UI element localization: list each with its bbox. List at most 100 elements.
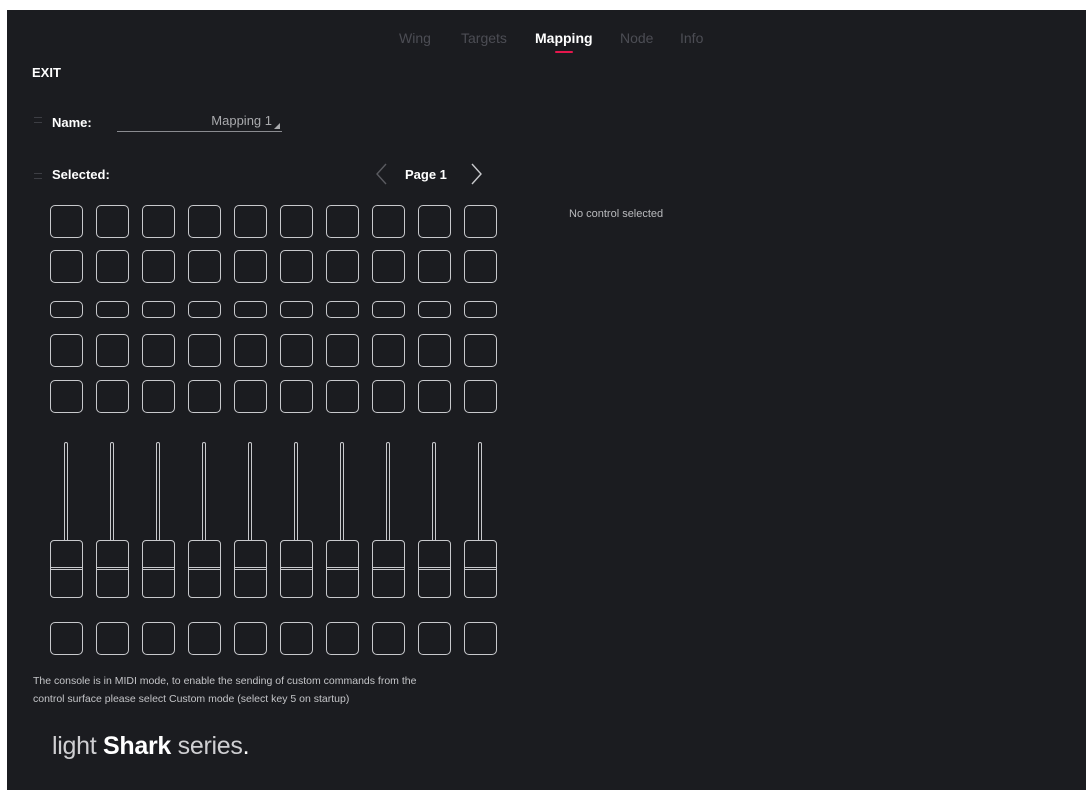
control-button[interactable] [50,205,83,238]
control-button[interactable] [142,380,175,413]
fader-button[interactable] [326,622,359,655]
control-button[interactable] [50,334,83,367]
control-button[interactable] [234,250,267,283]
fader-button[interactable] [96,622,129,655]
control-button[interactable] [234,205,267,238]
control-button[interactable] [372,301,405,318]
control-button[interactable] [418,334,451,367]
fader-knob-line [235,567,266,570]
tab-bar: Wing Targets Mapping Node Info [7,30,1086,60]
message-line-1: The console is in MIDI mode, to enable t… [33,675,417,687]
control-button[interactable] [326,250,359,283]
fader-button[interactable] [372,622,405,655]
logo-suffix: series [177,732,243,760]
control-button[interactable] [188,301,221,318]
control-button[interactable] [142,205,175,238]
fader-track [202,442,206,542]
control-button[interactable] [326,301,359,318]
control-button[interactable] [234,380,267,413]
active-tab-indicator [555,51,573,53]
fader-knob[interactable] [280,540,313,598]
fader-knob[interactable] [96,540,129,598]
control-button[interactable] [464,205,497,238]
control-button[interactable] [234,301,267,318]
control-button[interactable] [326,380,359,413]
control-button[interactable] [372,250,405,283]
tab-info[interactable]: Info [680,30,703,46]
control-button[interactable] [50,250,83,283]
name-field[interactable]: Mapping 1 [117,111,282,132]
tab-wing[interactable]: Wing [399,30,431,46]
control-button[interactable] [96,334,129,367]
control-button[interactable] [418,250,451,283]
fader-knob[interactable] [50,540,83,598]
fader-knob[interactable] [418,540,451,598]
tab-node[interactable]: Node [620,30,653,46]
control-button[interactable] [372,205,405,238]
fader-knob[interactable] [188,540,221,598]
fader-knob-line [419,567,450,570]
drag-handle-icon[interactable] [34,117,42,123]
control-button[interactable] [188,380,221,413]
control-button[interactable] [280,205,313,238]
drag-handle-icon[interactable] [34,173,42,179]
control-button[interactable] [280,334,313,367]
no-control-selected-text: No control selected [569,208,664,220]
control-button[interactable] [280,301,313,318]
fader-knob[interactable] [464,540,497,598]
control-button[interactable] [372,380,405,413]
control-button[interactable] [234,334,267,367]
fader-knob-line [327,567,358,570]
control-button[interactable] [280,380,313,413]
fader-button[interactable] [418,622,451,655]
logo-prefix: light [52,732,97,760]
exit-button[interactable]: EXIT [32,65,61,80]
fader-button[interactable] [142,622,175,655]
fader-knob[interactable] [142,540,175,598]
control-button[interactable] [96,250,129,283]
fader-knob-line [373,567,404,570]
control-button[interactable] [188,250,221,283]
control-button[interactable] [50,380,83,413]
control-button[interactable] [142,334,175,367]
fader-button[interactable] [464,622,497,655]
corner-caret-icon [274,123,280,129]
control-button[interactable] [188,334,221,367]
fader-track [294,442,298,542]
control-button[interactable] [464,380,497,413]
fader-knob[interactable] [372,540,405,598]
fader-button[interactable] [50,622,83,655]
app-window: Wing Targets Mapping Node Info EXIT Name… [7,10,1086,790]
control-button[interactable] [188,205,221,238]
control-button[interactable] [326,205,359,238]
chevron-right-icon[interactable] [469,162,483,186]
fader-button[interactable] [188,622,221,655]
control-button[interactable] [372,334,405,367]
page-label: Page 1 [405,167,447,182]
control-button[interactable] [326,334,359,367]
control-button[interactable] [96,205,129,238]
fader-button[interactable] [234,622,267,655]
control-button[interactable] [280,250,313,283]
fader-button[interactable] [280,622,313,655]
fader-track [64,442,68,542]
control-button[interactable] [418,205,451,238]
tab-targets[interactable]: Targets [461,30,507,46]
fader-knob[interactable] [326,540,359,598]
control-button[interactable] [418,380,451,413]
control-button[interactable] [464,334,497,367]
control-button[interactable] [50,301,83,318]
control-button[interactable] [142,250,175,283]
control-button[interactable] [464,301,497,318]
tab-mapping[interactable]: Mapping [535,30,593,46]
fader-track [478,442,482,542]
control-button[interactable] [96,301,129,318]
fader-track [156,442,160,542]
control-button[interactable] [418,301,451,318]
chevron-left-icon[interactable] [375,162,389,186]
fader-track [340,442,344,542]
fader-knob[interactable] [234,540,267,598]
control-button[interactable] [96,380,129,413]
control-button[interactable] [142,301,175,318]
control-button[interactable] [464,250,497,283]
